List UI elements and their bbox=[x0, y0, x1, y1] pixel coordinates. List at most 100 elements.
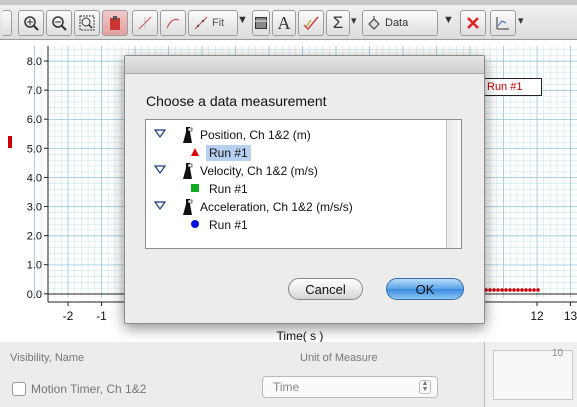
x-tick-label: 13 bbox=[564, 309, 577, 323]
disclosure-triangle-icon[interactable] bbox=[154, 165, 166, 175]
y-tick-label: 3.0 bbox=[27, 202, 42, 214]
run-label: Run #1 bbox=[209, 218, 248, 232]
measurement-label: Velocity, Ch 1&2 (m/s) bbox=[200, 164, 318, 178]
graph-options-menu-arrow[interactable]: ▾ bbox=[518, 14, 524, 27]
data-browser-button[interactable]: Data bbox=[362, 10, 438, 36]
examine-icon bbox=[110, 16, 120, 30]
cancel-button[interactable]: Cancel bbox=[288, 278, 363, 300]
data-point bbox=[504, 288, 508, 292]
dialog-title: Choose a data measurement bbox=[146, 93, 327, 109]
data-point bbox=[516, 288, 520, 292]
fit-label: Fit bbox=[212, 17, 225, 29]
table-icon bbox=[255, 17, 267, 29]
column-name-label: Motion Timer, Ch 1&2 bbox=[31, 382, 147, 396]
choose-data-measurement-dialog: Choose a data measurement Position, Ch 1… bbox=[124, 55, 485, 324]
sensor-icon bbox=[183, 127, 193, 143]
measurement-tree[interactable]: Position, Ch 1&2 (m) Run #1 Velocity, Ch 1… bbox=[145, 119, 462, 249]
unit-of-measure-header: Unit of Measure bbox=[300, 352, 378, 364]
autoscale-fit-icon bbox=[194, 16, 208, 30]
y-axis-label-marker bbox=[8, 136, 12, 148]
data-point bbox=[488, 288, 492, 292]
unit-select[interactable]: Time ▲ ▼ bbox=[262, 376, 438, 398]
y-tick-label: 4.0 bbox=[27, 172, 42, 184]
ok-button[interactable]: OK bbox=[386, 278, 464, 300]
text-annotation-button[interactable]: A bbox=[272, 10, 296, 36]
x-tick-label: 12 bbox=[530, 309, 544, 323]
examine-button[interactable] bbox=[102, 10, 128, 36]
remove-icon bbox=[467, 17, 479, 29]
stats-icon bbox=[303, 16, 319, 31]
toolbar-top-strip bbox=[0, 0, 577, 5]
x-tick-label: -1 bbox=[96, 309, 107, 323]
zoom-in-icon bbox=[24, 16, 39, 31]
curve-fit-icon bbox=[166, 18, 180, 29]
data-point bbox=[524, 288, 528, 292]
y-tick-label: 0.0 bbox=[27, 289, 42, 301]
data-label: Data bbox=[385, 17, 409, 29]
tangent-icon bbox=[138, 16, 152, 30]
sensor-icon bbox=[183, 163, 193, 179]
data-point bbox=[532, 288, 536, 292]
table-button[interactable] bbox=[252, 10, 270, 36]
y-tick-label: 5.0 bbox=[27, 143, 42, 155]
zoom-out-button[interactable] bbox=[46, 10, 72, 36]
toolbar-edge bbox=[2, 10, 12, 36]
sigma-icon: Σ bbox=[332, 13, 344, 32]
run-marker-icon bbox=[191, 148, 199, 156]
sigma-button[interactable]: Σ bbox=[326, 10, 350, 36]
sensor-icon bbox=[183, 199, 193, 215]
data-point bbox=[528, 288, 532, 292]
run-marker-icon bbox=[191, 220, 199, 228]
run-row[interactable]: Run #1 bbox=[146, 216, 446, 234]
run-row[interactable]: Run #1 bbox=[146, 144, 446, 162]
fit-menu-arrow[interactable]: ▼ bbox=[237, 14, 248, 26]
data-browser-icon bbox=[368, 16, 380, 30]
measurement-label: Position, Ch 1&2 (m) bbox=[200, 128, 311, 142]
zoom-out-icon bbox=[52, 16, 67, 31]
data-point bbox=[536, 288, 540, 292]
autoscale-fit-button[interactable]: Fit bbox=[188, 10, 238, 36]
data-point bbox=[500, 288, 504, 292]
x-axis-label: Time( s ) bbox=[277, 329, 324, 342]
side-panel-text: 10 bbox=[552, 348, 564, 359]
text-annotation-icon: A bbox=[277, 12, 291, 33]
unit-select-value: Time bbox=[273, 380, 300, 394]
tree-scrollbar[interactable] bbox=[446, 120, 461, 248]
curve-fit-button[interactable] bbox=[160, 10, 186, 36]
y-tick-label: 1.0 bbox=[27, 260, 42, 272]
visibility-checkbox[interactable] bbox=[12, 382, 26, 396]
visibility-name-header: Visibility, Name bbox=[10, 352, 85, 364]
graph-legend: Run #1 bbox=[482, 78, 542, 96]
graph-options-button[interactable] bbox=[490, 10, 516, 36]
select-arrows-icon: ▲ ▼ bbox=[419, 380, 431, 394]
column-options-panel: Visibility, Name Unit of Measure Motion … bbox=[0, 342, 577, 407]
run-label: Run #1 bbox=[209, 182, 248, 196]
x-tick-label: -2 bbox=[63, 309, 74, 323]
y-tick-label: 7.0 bbox=[27, 85, 42, 97]
disclosure-triangle-icon[interactable] bbox=[154, 201, 166, 211]
sigma-menu-arrow[interactable]: ▾ bbox=[351, 14, 357, 27]
run-row[interactable]: Run #1 bbox=[146, 180, 446, 198]
zoom-box-button[interactable] bbox=[74, 10, 100, 36]
data-point bbox=[492, 288, 496, 292]
data-point bbox=[496, 288, 500, 292]
stats-button[interactable] bbox=[298, 10, 324, 36]
run-label: Run #1 bbox=[206, 145, 251, 161]
data-point bbox=[508, 288, 512, 292]
measurement-label: Acceleration, Ch 1&2 (m/s/s) bbox=[200, 200, 353, 214]
disclosure-triangle-icon[interactable] bbox=[154, 129, 166, 139]
dialog-titlebar bbox=[125, 56, 484, 74]
data-point bbox=[520, 288, 524, 292]
data-point bbox=[512, 288, 516, 292]
remove-button[interactable] bbox=[460, 10, 486, 36]
y-tick-label: 2.0 bbox=[27, 231, 42, 243]
run-marker-icon bbox=[191, 184, 199, 192]
y-tick-label: 6.0 bbox=[27, 114, 42, 126]
graph-options-icon bbox=[496, 17, 509, 30]
zoom-box-icon bbox=[79, 15, 95, 31]
y-tick-label: 8.0 bbox=[27, 56, 42, 68]
graph-toolbar: Fit ▼ A Σ ▾ Data ▼ ▾ bbox=[0, 0, 577, 40]
data-menu-arrow[interactable]: ▼ bbox=[443, 14, 454, 26]
tangent-button[interactable] bbox=[132, 10, 158, 36]
zoom-in-button[interactable] bbox=[18, 10, 44, 36]
